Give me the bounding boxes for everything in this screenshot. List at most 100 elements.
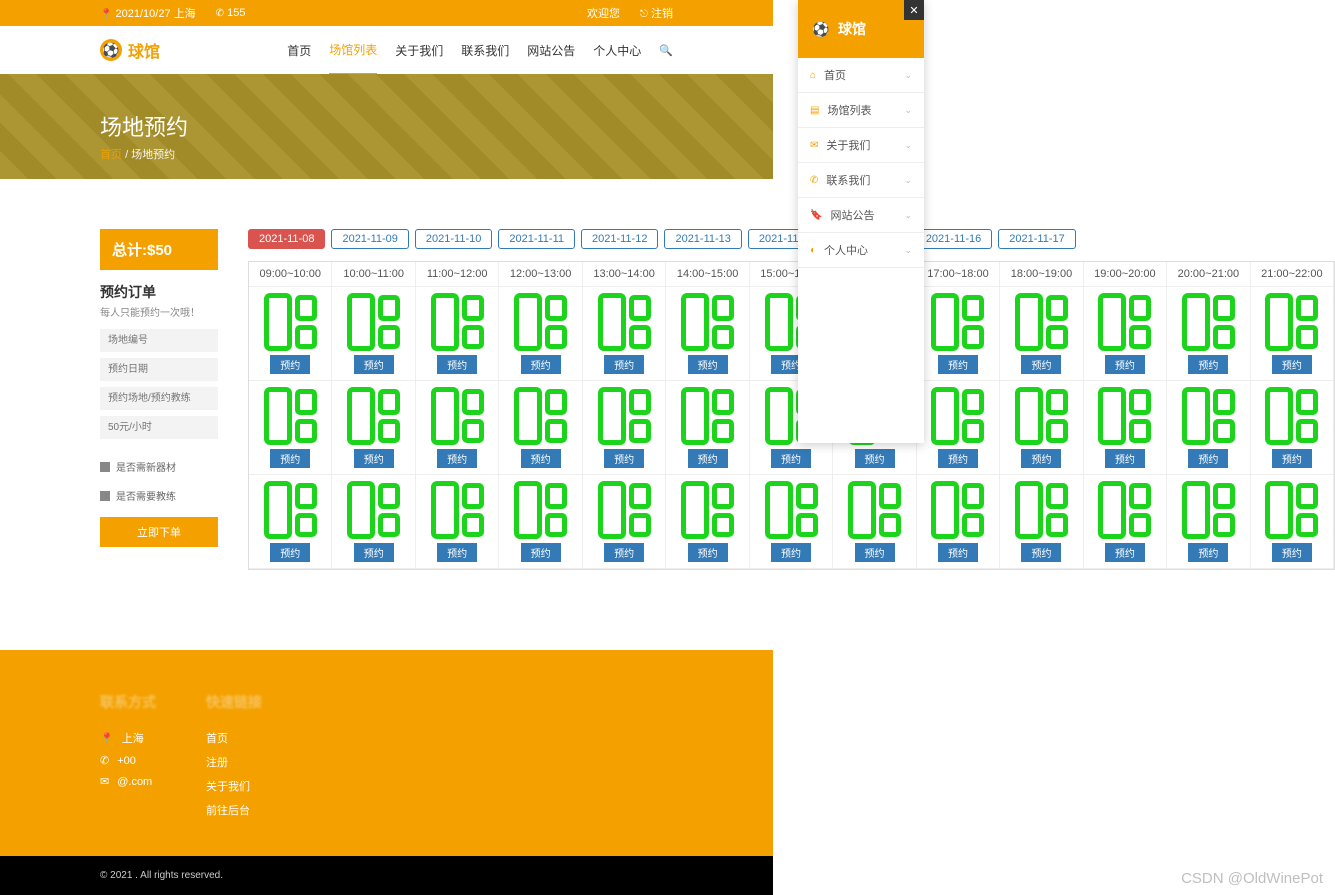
footer-link[interactable]: 注册 (206, 754, 228, 770)
book-button[interactable]: 预约 (1272, 355, 1312, 374)
slot-cell: 预约 (583, 381, 666, 475)
date-tab[interactable]: 2021-11-09 (331, 229, 408, 249)
slot-cell: 预约 (1084, 475, 1167, 569)
slot-cell: 预约 (666, 381, 749, 475)
book-button[interactable]: 预约 (688, 449, 728, 468)
book-button[interactable]: 预约 (855, 449, 895, 468)
book-button[interactable]: 预约 (1188, 449, 1228, 468)
side-menu-item[interactable]: ✉关于我们⌄ (798, 128, 924, 163)
checkbox-row[interactable]: 是否需新器材 (100, 459, 218, 474)
close-panel-button[interactable]: ✕ (904, 0, 924, 20)
book-button[interactable]: 预约 (521, 543, 561, 562)
book-button[interactable]: 预约 (521, 355, 561, 374)
menu-icon: ◐ (810, 245, 816, 256)
footer-link[interactable]: 关于我们 (206, 778, 250, 794)
nav-item[interactable]: 首页 (287, 27, 311, 74)
book-button[interactable]: 预约 (1272, 449, 1312, 468)
date-tab[interactable]: 2021-11-10 (415, 229, 492, 249)
breadcrumb-home[interactable]: 首页 (100, 149, 122, 161)
header: ⚽ 球馆 首页场馆列表关于我们联系我们网站公告个人中心 🔍 (0, 26, 773, 74)
slot-cell: 预约 (249, 475, 332, 569)
slot-cell: 预约 (1000, 475, 1083, 569)
book-button[interactable]: 预约 (1021, 543, 1061, 562)
book-button[interactable]: 预约 (938, 449, 978, 468)
submit-order-button[interactable]: 立即下单 (100, 517, 218, 547)
court-icon (848, 481, 901, 539)
slot-cell: 预约 (332, 287, 415, 381)
book-button[interactable]: 预约 (270, 355, 310, 374)
slot-cell: 预约 (750, 475, 833, 569)
slot-cell: 预约 (583, 287, 666, 381)
side-menu-item[interactable]: ✆联系我们⌄ (798, 163, 924, 198)
book-button[interactable]: 预约 (855, 543, 895, 562)
court-icon (1265, 481, 1318, 539)
book-button[interactable]: 预约 (437, 355, 477, 374)
site-logo[interactable]: ⚽ 球馆 (100, 38, 160, 62)
nav-item[interactable]: 个人中心 (593, 27, 641, 74)
book-button[interactable]: 预约 (1021, 449, 1061, 468)
book-button[interactable]: 预约 (771, 543, 811, 562)
phone-info: ✆ 155 (216, 7, 246, 19)
book-button[interactable]: 预约 (1105, 355, 1145, 374)
book-button[interactable]: 预约 (1105, 543, 1145, 562)
time-header-cell: 21:00~22:00 (1251, 262, 1334, 287)
book-button[interactable]: 预约 (604, 543, 644, 562)
nav-item[interactable]: 网站公告 (527, 27, 575, 74)
book-button[interactable]: 预约 (1105, 449, 1145, 468)
book-button[interactable]: 预约 (771, 449, 811, 468)
book-button[interactable]: 预约 (437, 543, 477, 562)
book-button[interactable]: 预约 (938, 355, 978, 374)
book-button[interactable]: 预约 (354, 355, 394, 374)
date-tab[interactable]: 2021-11-12 (581, 229, 658, 249)
logout-link[interactable]: ⎋ 注销 (640, 5, 673, 21)
book-button[interactable]: 预约 (270, 449, 310, 468)
search-icon[interactable]: 🔍 (659, 44, 673, 57)
book-button[interactable]: 预约 (1188, 543, 1228, 562)
order-field[interactable] (100, 329, 218, 352)
order-field[interactable] (100, 416, 218, 439)
date-tab[interactable]: 2021-11-08 (248, 229, 325, 249)
book-button[interactable]: 预约 (1272, 543, 1312, 562)
book-button[interactable]: 预约 (354, 543, 394, 562)
date-tab[interactable]: 2021-11-11 (498, 229, 575, 249)
chevron-down-icon: ⌄ (904, 70, 912, 81)
book-button[interactable]: 预约 (1188, 355, 1228, 374)
side-menu-item[interactable]: ◐个人中心⌄ (798, 233, 924, 268)
book-button[interactable]: 预约 (604, 449, 644, 468)
book-button[interactable]: 预约 (604, 355, 644, 374)
slot-cell: 预约 (416, 475, 499, 569)
footer-link[interactable]: 前往后台 (206, 802, 250, 818)
nav-item[interactable]: 关于我们 (395, 27, 443, 74)
slot-cell: 预约 (666, 475, 749, 569)
book-button[interactable]: 预约 (521, 449, 561, 468)
nav-item[interactable]: 场馆列表 (329, 26, 377, 75)
book-button[interactable]: 预约 (688, 543, 728, 562)
court-icon (1098, 387, 1151, 445)
book-button[interactable]: 预约 (270, 543, 310, 562)
date-tab[interactable]: 2021-11-17 (998, 229, 1075, 249)
book-button[interactable]: 预约 (688, 355, 728, 374)
book-button[interactable]: 预约 (354, 449, 394, 468)
side-menu-item[interactable]: ▤场馆列表⌄ (798, 93, 924, 128)
court-icon (1015, 481, 1068, 539)
chevron-down-icon: ⌄ (904, 105, 912, 116)
side-menu-item[interactable]: ⌂首页⌄ (798, 58, 924, 93)
time-header-cell: 09:00~10:00 (249, 262, 332, 287)
main-nav: 首页场馆列表关于我们联系我们网站公告个人中心 🔍 (287, 26, 673, 75)
checkbox-row[interactable]: 是否需要教练 (100, 488, 218, 503)
date-tab[interactable]: 2021-11-16 (915, 229, 992, 249)
court-icon (598, 481, 651, 539)
phone-icon: ✆ (216, 8, 224, 19)
book-button[interactable]: 预约 (1021, 355, 1061, 374)
side-menu-item[interactable]: 🔖网站公告⌄ (798, 198, 924, 233)
nav-item[interactable]: 联系我们 (461, 27, 509, 74)
order-field[interactable] (100, 387, 218, 410)
order-field[interactable] (100, 358, 218, 381)
date-tab[interactable]: 2021-11-13 (664, 229, 741, 249)
footer-mail: ✉@.com (100, 775, 156, 788)
court-icon (931, 387, 984, 445)
book-button[interactable]: 预约 (938, 543, 978, 562)
book-button[interactable]: 预约 (437, 449, 477, 468)
footer-link[interactable]: 首页 (206, 730, 228, 746)
slot-cell: 预约 (499, 475, 582, 569)
